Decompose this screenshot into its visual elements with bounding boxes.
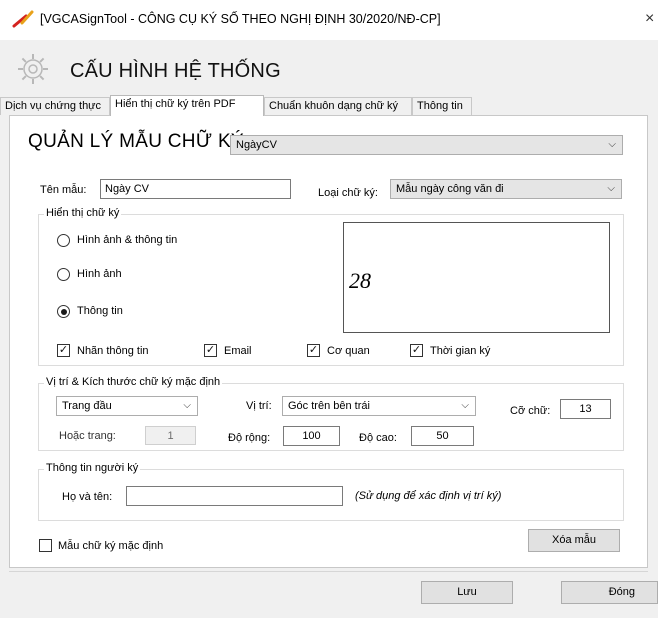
height-input[interactable]: 50 <box>411 426 474 446</box>
checkbox-signing-time[interactable]: ✓ <box>410 344 423 357</box>
tab-signature-format[interactable]: Chuẩn khuôn dạng chữ ký <box>264 97 412 115</box>
checkbox-organization[interactable]: ✓ <box>307 344 320 357</box>
checkbox-email-text: Email <box>224 345 252 357</box>
position-group-legend: Vị trí & Kích thước chữ ký mặc định <box>44 376 223 388</box>
chevron-down-icon: ⌵ <box>607 183 615 194</box>
radio-image-label: Hình ảnh <box>77 268 122 280</box>
position-select-value: Góc trên bên trái <box>288 400 370 412</box>
checkbox-info-label-text: Nhãn thông tin <box>77 345 149 357</box>
signer-group-legend: Thông tin người ký <box>44 462 141 474</box>
full-name-label: Họ và tên: <box>62 491 113 503</box>
width-input[interactable]: 100 <box>283 426 340 446</box>
page-select-value: Trang đầu <box>62 400 112 412</box>
close-window-button[interactable]: × <box>645 10 654 28</box>
close-button[interactable]: Đóng <box>561 581 658 604</box>
radio-info[interactable] <box>57 305 70 318</box>
or-page-label: Hoặc trang: <box>59 430 116 442</box>
window-title: [VGCASignTool - CÔNG CỤ KÝ SỐ THEO NGHỊ … <box>40 12 441 26</box>
radio-info-label: Thông tin <box>77 305 123 317</box>
tab-certificate-service[interactable]: Dịch vụ chứng thực <box>0 97 110 115</box>
template-name-label: Tên mẫu: <box>40 184 87 196</box>
signature-preview-box <box>343 222 610 333</box>
template-select-value: NgàyCV <box>236 139 277 151</box>
checkbox-signing-time-text: Thời gian ký <box>430 345 491 357</box>
template-name-input[interactable]: Ngày CV <box>100 179 291 199</box>
tab-strip: Dịch vụ chứng thực Hiển thị chữ ký trên … <box>0 95 658 116</box>
chevron-down-icon: ⌵ <box>183 400 191 411</box>
tab-information[interactable]: Thông tin <box>412 97 472 115</box>
app-logo-icon <box>12 10 34 28</box>
radio-image-info[interactable] <box>57 234 70 247</box>
width-label: Độ rộng: <box>228 432 271 444</box>
page-select[interactable]: Trang đầu ⌵ <box>56 396 198 416</box>
template-manager-label: QUẢN LÝ MẪU CHỮ KÝ: <box>28 131 250 152</box>
signature-type-select[interactable]: Mẫu ngày công văn đi ⌵ <box>390 179 622 199</box>
font-size-label: Cỡ chữ: <box>510 405 551 417</box>
divider <box>9 571 648 572</box>
gear-icon <box>18 54 48 84</box>
chevron-down-icon: ⌵ <box>461 400 469 411</box>
default-template-checkbox[interactable] <box>39 539 52 552</box>
chevron-down-icon: ⌵ <box>608 139 616 150</box>
position-select[interactable]: Góc trên bên trái ⌵ <box>282 396 476 416</box>
radio-image-info-label: Hình ảnh & thông tin <box>77 234 178 246</box>
full-name-input[interactable] <box>126 486 343 506</box>
or-page-input[interactable]: 1 <box>145 426 196 445</box>
full-name-note: (Sử dụng để xác định vị trí ký) <box>355 490 502 502</box>
height-label: Độ cao: <box>359 432 397 444</box>
signature-type-value: Mẫu ngày công văn đi <box>396 183 504 195</box>
checkbox-email[interactable]: ✓ <box>204 344 217 357</box>
default-template-label: Mẫu chữ ký mặc định <box>58 540 164 552</box>
signature-type-label: Loại chữ ký: <box>318 187 378 199</box>
save-button[interactable]: Lưu <box>421 581 513 604</box>
checkbox-info-label[interactable]: ✓ <box>57 344 70 357</box>
checkbox-organization-text: Cơ quan <box>327 345 370 357</box>
display-group-legend: Hiển thị chữ ký <box>44 207 122 219</box>
delete-template-button[interactable]: Xóa mẫu <box>528 529 620 552</box>
tab-pdf-signature-display[interactable]: Hiển thị chữ ký trên PDF <box>110 95 264 116</box>
radio-image[interactable] <box>57 268 70 281</box>
font-size-input[interactable]: 13 <box>560 399 611 419</box>
template-select[interactable]: NgàyCV ⌵ <box>230 135 623 155</box>
signature-preview-text: 28 <box>349 268 371 293</box>
page-title: CẤU HÌNH HỆ THỐNG <box>70 60 281 82</box>
position-label: Vị trí: <box>246 400 272 412</box>
